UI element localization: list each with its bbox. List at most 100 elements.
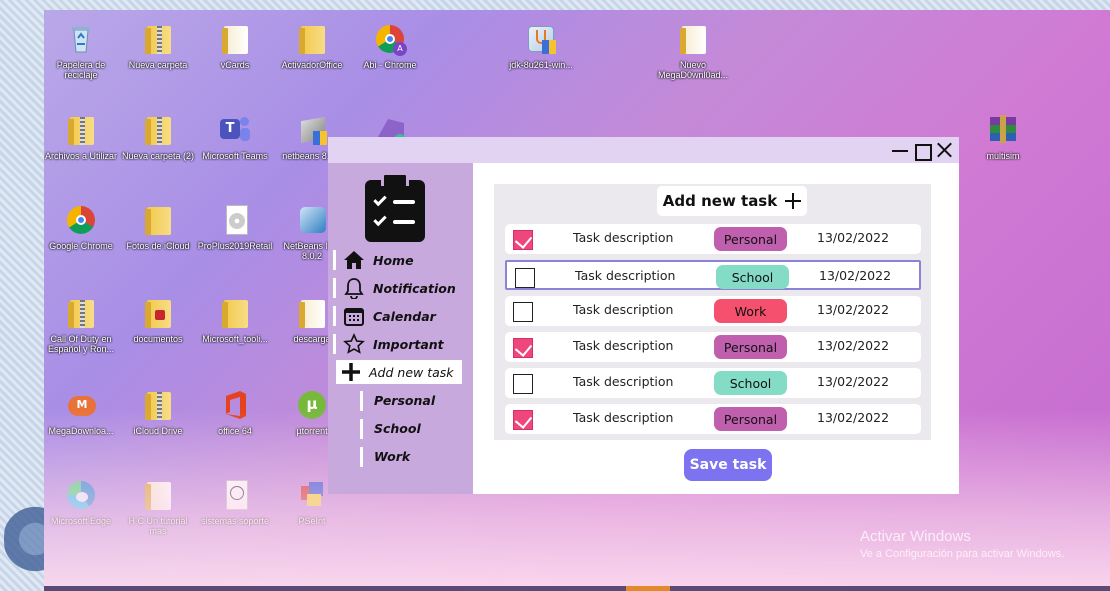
desktop-icon-label: iCloud Drive: [133, 426, 183, 436]
zip-folder-icon: [141, 22, 175, 56]
desktop-icon-recycle-bin[interactable]: Papelera de reciclaje: [44, 22, 118, 80]
desktop-icon-nueva-carpeta-2[interactable]: Nueva carpeta (2): [121, 113, 195, 161]
desktop-icon-label: MegaDownloa...: [48, 426, 114, 436]
sidebar-item-home[interactable]: Home: [333, 248, 459, 272]
task-description[interactable]: Task description: [575, 268, 675, 283]
desktop-icon-activador-office[interactable]: ActivadorOffice: [275, 22, 349, 70]
task-date[interactable]: 13/02/2022: [817, 230, 889, 245]
task-row[interactable]: Task description Personal 13/02/2022: [505, 404, 921, 434]
folder-icon: [295, 296, 329, 330]
category-badge[interactable]: School: [716, 265, 789, 289]
desktop-icon-multisim[interactable]: multisim: [966, 113, 1040, 161]
task-description[interactable]: Task description: [573, 338, 673, 353]
sidebar-subitem-work[interactable]: Work: [360, 446, 470, 468]
close-icon[interactable]: [935, 141, 953, 159]
desktop-icon-microsoft-edge[interactable]: Microsoft Edge: [44, 478, 118, 526]
sidebar-subitem-personal[interactable]: Personal: [360, 390, 470, 412]
sidebar-item-important[interactable]: Important: [333, 332, 459, 356]
desktop-icon-label: ProPlus2019Retail: [197, 241, 273, 251]
desktop-icon-label: Nueva carpeta (2): [121, 151, 195, 161]
unchecked-checkbox[interactable]: [515, 268, 535, 288]
sidebar-item-label: Important: [373, 336, 444, 352]
maximize-icon[interactable]: [913, 141, 932, 161]
desktop-icon-label: Abi - Chrome: [363, 60, 417, 70]
zip-folder-icon: [64, 296, 98, 330]
unchecked-checkbox[interactable]: [513, 374, 533, 394]
java-installer-icon: [524, 22, 558, 56]
task-row[interactable]: Task description Personal 13/02/2022: [505, 332, 921, 362]
office-icon: [218, 388, 252, 422]
sidebar-item-notification[interactable]: Notification: [333, 276, 459, 300]
edge-icon: [64, 478, 98, 512]
desktop-icon-office-64[interactable]: office 64: [198, 388, 272, 436]
desktop-icon-label: multisim: [986, 151, 1020, 161]
nav-indicator: [333, 306, 336, 326]
desktop-icon-sistemas-soporte[interactable]: sistemas soporte: [198, 478, 272, 526]
save-task-button[interactable]: Save task: [684, 449, 772, 481]
category-badge[interactable]: School: [714, 371, 787, 395]
task-description[interactable]: Task description: [573, 230, 673, 245]
folder-icon: [141, 203, 175, 237]
checked-checkbox[interactable]: [513, 410, 533, 430]
task-date[interactable]: 13/02/2022: [817, 374, 889, 389]
chrome-icon: [64, 203, 98, 237]
winrar-icon: [986, 113, 1020, 147]
nav-indicator: [333, 278, 336, 298]
task-row[interactable]: Task description Personal 13/02/2022: [505, 224, 921, 254]
checked-checkbox[interactable]: [513, 230, 533, 250]
document-icon: [218, 478, 252, 512]
task-date[interactable]: 13/02/2022: [819, 268, 891, 283]
taskbar-active-item[interactable]: [626, 586, 670, 591]
desktop-icon-jdk[interactable]: jdk-8u261-win...: [504, 22, 578, 70]
sidebar-subitem-label: Work: [374, 449, 411, 464]
window-titlebar[interactable]: [328, 137, 959, 163]
desktop-icon-nueva-carpeta[interactable]: Nueva carpeta: [121, 22, 195, 70]
sidebar-subitem-school[interactable]: School: [360, 418, 470, 440]
unchecked-checkbox[interactable]: [513, 302, 533, 322]
nav-indicator: [333, 250, 336, 270]
desktop-icon-documentos[interactable]: documentos: [121, 296, 195, 344]
desktop-icon-vcards[interactable]: vCards: [198, 22, 272, 70]
desktop-icon-proplus[interactable]: ProPlus2019Retail: [198, 203, 272, 251]
plus-icon: [342, 363, 360, 381]
task-date[interactable]: 13/02/2022: [817, 410, 889, 425]
category-badge[interactable]: Personal: [714, 335, 787, 359]
add-new-task-button[interactable]: Add new task: [657, 186, 807, 216]
desktop-icon-fotos-icloud[interactable]: Fotos de iCloud: [121, 203, 195, 251]
desktop-icon-archivos[interactable]: Archivos a Utilizar: [44, 113, 118, 161]
task-date[interactable]: 13/02/2022: [817, 338, 889, 353]
checked-checkbox[interactable]: [513, 338, 533, 358]
desktop-icon-call-of-duty[interactable]: Call Of Duty en Español y Ron...: [44, 296, 118, 354]
sidebar-item-add-new-task[interactable]: Add new task: [336, 360, 462, 384]
desktop-icon-label: office 64: [218, 426, 252, 436]
task-date[interactable]: 13/02/2022: [817, 302, 889, 317]
desktop-icon-nuevo-megadownload[interactable]: Nuevo MegaD0wnl0ad...: [656, 22, 730, 80]
task-row[interactable]: Task description School 13/02/2022: [505, 368, 921, 398]
desktop-icon-label: Google Chrome: [49, 241, 113, 251]
window-controls: [891, 137, 953, 163]
task-row[interactable]: Task description School 13/02/2022: [505, 260, 921, 290]
task-row[interactable]: Task description Work 13/02/2022: [505, 296, 921, 326]
minimize-icon[interactable]: [891, 141, 909, 159]
plus-icon: [785, 193, 802, 209]
desktop-icon-megadownloader[interactable]: M MegaDownloa...: [44, 388, 118, 436]
folder-icon: [295, 22, 329, 56]
watermark-title: Activar Windows: [860, 528, 971, 545]
task-description[interactable]: Task description: [573, 410, 673, 425]
sidebar-subitem-label: Personal: [374, 393, 436, 408]
installer-icon: [295, 113, 329, 147]
desktop-icon-icloud-drive[interactable]: iCloud Drive: [121, 388, 195, 436]
desktop-icon-abi-chrome[interactable]: A Abi - Chrome: [353, 22, 427, 70]
desktop-icon-microsoft-toolkit[interactable]: Microsoft_tooli...: [198, 296, 272, 344]
desktop-icon-hc-tutorial[interactable]: H C Un tutorial mas: [121, 478, 195, 536]
sidebar-item-calendar[interactable]: Calendar: [333, 304, 459, 328]
add-new-task-label: Add new task: [662, 192, 778, 210]
category-badge[interactable]: Work: [714, 299, 787, 323]
desktop-icon-google-chrome[interactable]: Google Chrome: [44, 203, 118, 251]
task-panel: Add new task Task description Personal 13/…: [494, 184, 931, 440]
task-description[interactable]: Task description: [573, 302, 673, 317]
category-badge[interactable]: Personal: [714, 407, 787, 431]
task-description[interactable]: Task description: [573, 374, 673, 389]
category-badge[interactable]: Personal: [714, 227, 787, 251]
desktop-icon-teams[interactable]: T Microsoft Teams: [198, 113, 272, 161]
